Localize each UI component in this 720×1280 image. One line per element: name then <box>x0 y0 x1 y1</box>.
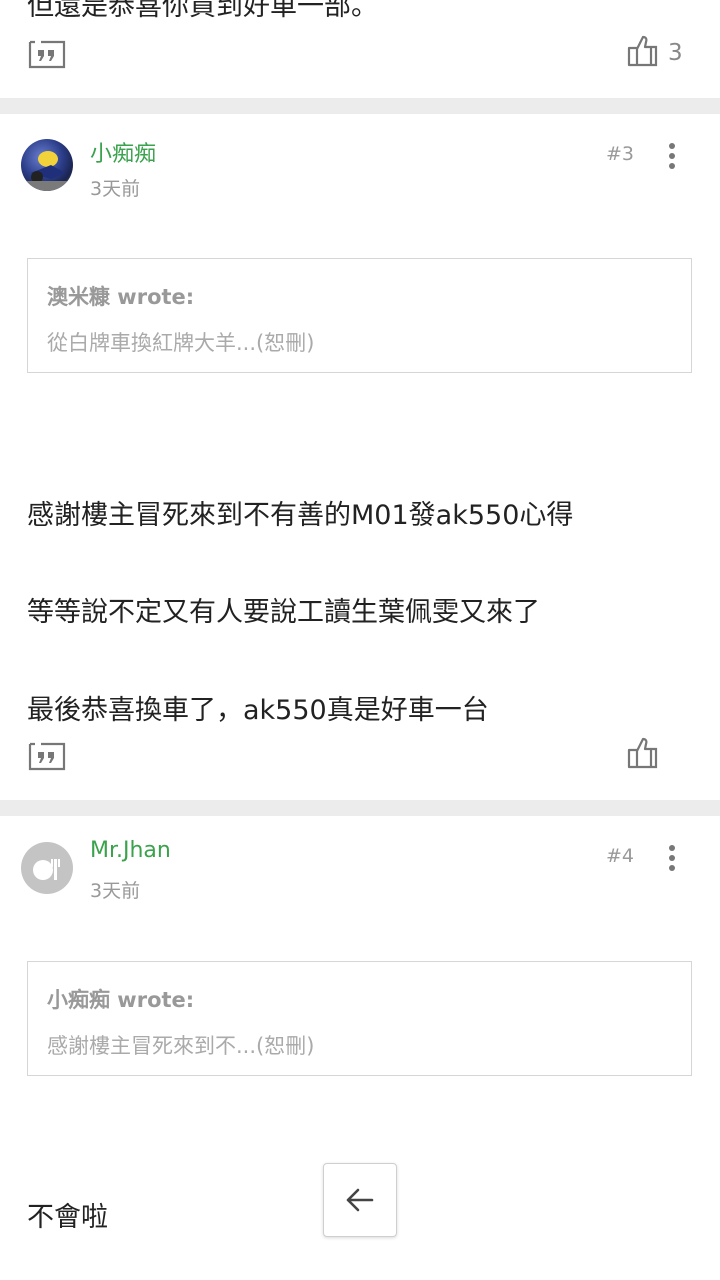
default-avatar-icon <box>33 859 60 880</box>
avatar[interactable] <box>21 842 73 894</box>
post-line: 不會啦 <box>27 1202 108 1233</box>
post-2-last-line: 但還是恭喜你買到好車一部。 <box>27 0 378 22</box>
post-time: 3天前 <box>90 880 141 902</box>
post-line: 最後恭喜換車了，ak550真是好車一台 <box>27 695 489 726</box>
username[interactable]: Mr.Jhan <box>90 838 171 863</box>
more-options-icon[interactable] <box>667 845 677 875</box>
quote-author: 澳米糠 wrote: <box>47 285 195 309</box>
quote-author: 小痴痴 wrote: <box>47 988 195 1012</box>
quote-reply-icon[interactable] <box>27 36 67 70</box>
post-time: 3天前 <box>90 178 141 200</box>
more-options-icon[interactable] <box>667 143 677 173</box>
post-divider <box>0 800 720 816</box>
quote-block: 澳米糠 wrote: 從白牌車換紅牌大羊...(恕刪) <box>27 258 692 373</box>
post-line: 等等說不定又有人要說工讀生葉佩雯又來了 <box>27 597 540 628</box>
thumbs-up-icon[interactable] <box>626 736 660 770</box>
thumbs-up-icon[interactable] <box>626 34 660 68</box>
quote-text: 感謝樓主冒死來到不...(恕刪) <box>47 1034 315 1058</box>
quote-block: 小痴痴 wrote: 感謝樓主冒死來到不...(恕刪) <box>27 961 692 1076</box>
post-line: 感謝樓主冒死來到不有善的M01發ak550心得 <box>27 500 574 531</box>
username[interactable]: 小痴痴 <box>90 136 156 168</box>
quote-text: 從白牌車換紅牌大羊...(恕刪) <box>47 331 315 355</box>
quote-reply-icon[interactable] <box>27 738 67 772</box>
arrow-left-icon <box>346 1188 374 1212</box>
avatar[interactable] <box>21 139 73 191</box>
back-button[interactable] <box>323 1163 397 1237</box>
motorcycle-rider-image <box>21 151 73 191</box>
floor-number: #3 <box>606 143 635 165</box>
like-count: 3 <box>668 40 683 66</box>
post-divider <box>0 98 720 114</box>
floor-number: #4 <box>606 845 635 867</box>
